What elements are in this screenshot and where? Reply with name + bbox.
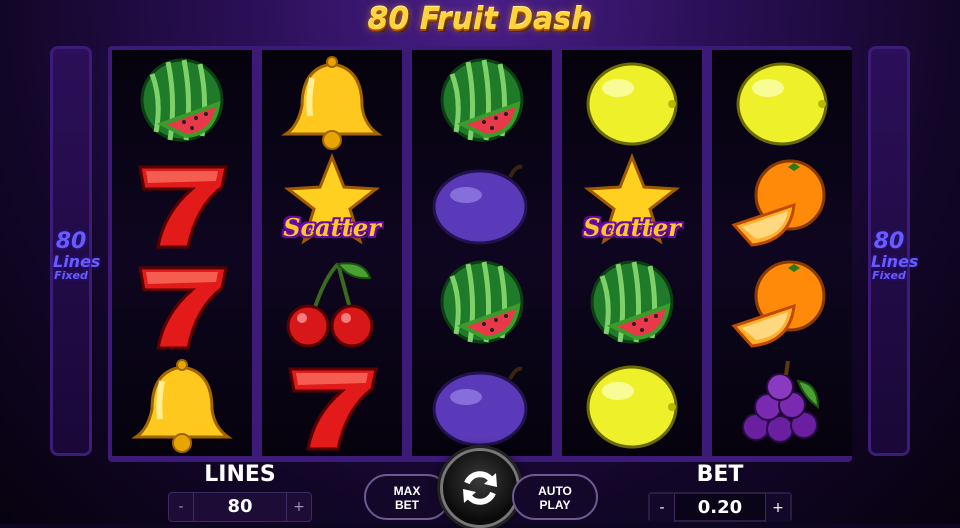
lines-count: 80 [873,229,905,254]
lemon-icon [736,62,828,146]
lines-fixed-panel-left: 80 Lines Fixed [50,46,101,456]
bet-stepper: - 0.20 + [648,492,792,522]
reel-frame: Scatter Scatter [108,46,852,462]
max-bet-line2: BET [395,498,419,512]
reel-cell [262,256,402,356]
lines-fixed-panel-right: 80 Lines Fixed [868,46,919,456]
seven-icon [138,165,228,249]
reel-1 [112,50,252,456]
plum-icon [432,164,528,245]
bet-label: BET [696,462,744,487]
bet-plus-button[interactable]: + [765,494,790,522]
watermelon-icon [140,58,224,142]
lemon-icon [586,62,678,146]
watermelon-icon [590,260,674,344]
reel-4: Scatter [562,50,702,456]
max-bet-button[interactable]: MAX BET [364,474,450,520]
watermelon-icon [440,260,524,344]
control-bar: LINES - 80 + MAX BET AUTO PLAY BET - 0.2… [0,448,960,528]
reel-cell [112,256,252,356]
reel-cell [412,54,552,154]
bet-value: 0.20 [697,497,743,518]
reel-cell [712,155,852,255]
reel-cell [562,357,702,457]
refresh-icon [463,471,497,505]
reel-cell [562,54,702,154]
reel-cell: Scatter [262,152,402,255]
reel-cell: Scatter [562,152,702,255]
reel-cell [712,256,852,356]
lines-stepper: - 80 + [168,492,312,522]
scatter-label: Scatter [583,213,681,242]
lines-plus-button[interactable]: + [286,493,311,521]
reel-cell [112,54,252,154]
max-bet-line1: MAX [393,484,421,498]
auto-play-line1: AUTO [538,484,572,498]
plum-icon [432,366,528,447]
bet-minus-button[interactable]: - [650,494,675,522]
reel-2: Scatter [262,50,402,456]
reel-3 [412,50,552,456]
reel-cell [112,357,252,457]
reel-cell [262,54,402,154]
game-title: 80 Fruit Dash [367,2,593,37]
seven-icon [288,367,378,451]
scatter-label: Scatter [283,213,381,242]
spin-button[interactable] [440,448,520,528]
orange-icon [731,260,826,348]
reel-cell [112,155,252,255]
lines-minus-button[interactable]: - [169,493,194,521]
lines-word: Lines [53,252,101,271]
reel-cell [412,357,552,457]
auto-play-button[interactable]: AUTO PLAY [512,474,598,520]
grapes-icon [742,360,820,443]
lines-word: Lines [871,252,919,271]
orange-icon [731,159,826,247]
lemon-icon [586,365,678,449]
reel-cell [412,256,552,356]
fixed-word: Fixed [872,269,906,282]
reel-cell [562,256,702,356]
auto-play-line2: PLAY [539,498,571,512]
reel-cell [262,357,402,457]
reel-cell [712,54,852,154]
cherries-icon [286,262,374,348]
seven-icon [138,266,228,350]
bell-icon [281,56,383,150]
lines-count: 80 [55,229,87,254]
bell-icon [131,359,233,453]
watermelon-icon [440,58,524,142]
lines-value: 80 [227,496,253,517]
reel-5 [712,50,852,456]
reel-cell [712,357,852,457]
lines-label: LINES [204,462,276,487]
reel-cell [412,155,552,255]
fixed-word: Fixed [54,269,88,282]
